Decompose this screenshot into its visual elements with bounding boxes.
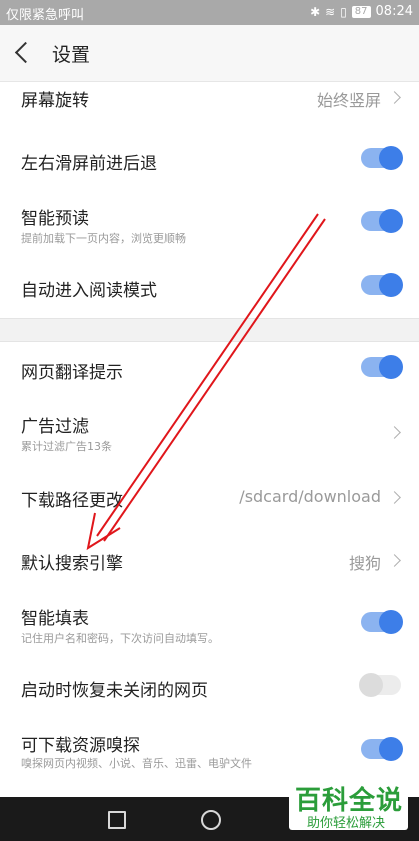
home-icon[interactable]	[201, 810, 221, 830]
watermark-subtitle: 助你轻松解决	[307, 816, 386, 831]
watermark-logo: 百科全说 助你轻松解决	[289, 778, 408, 831]
annotation-arrow	[86, 213, 326, 551]
recent-apps-icon[interactable]	[108, 811, 126, 829]
